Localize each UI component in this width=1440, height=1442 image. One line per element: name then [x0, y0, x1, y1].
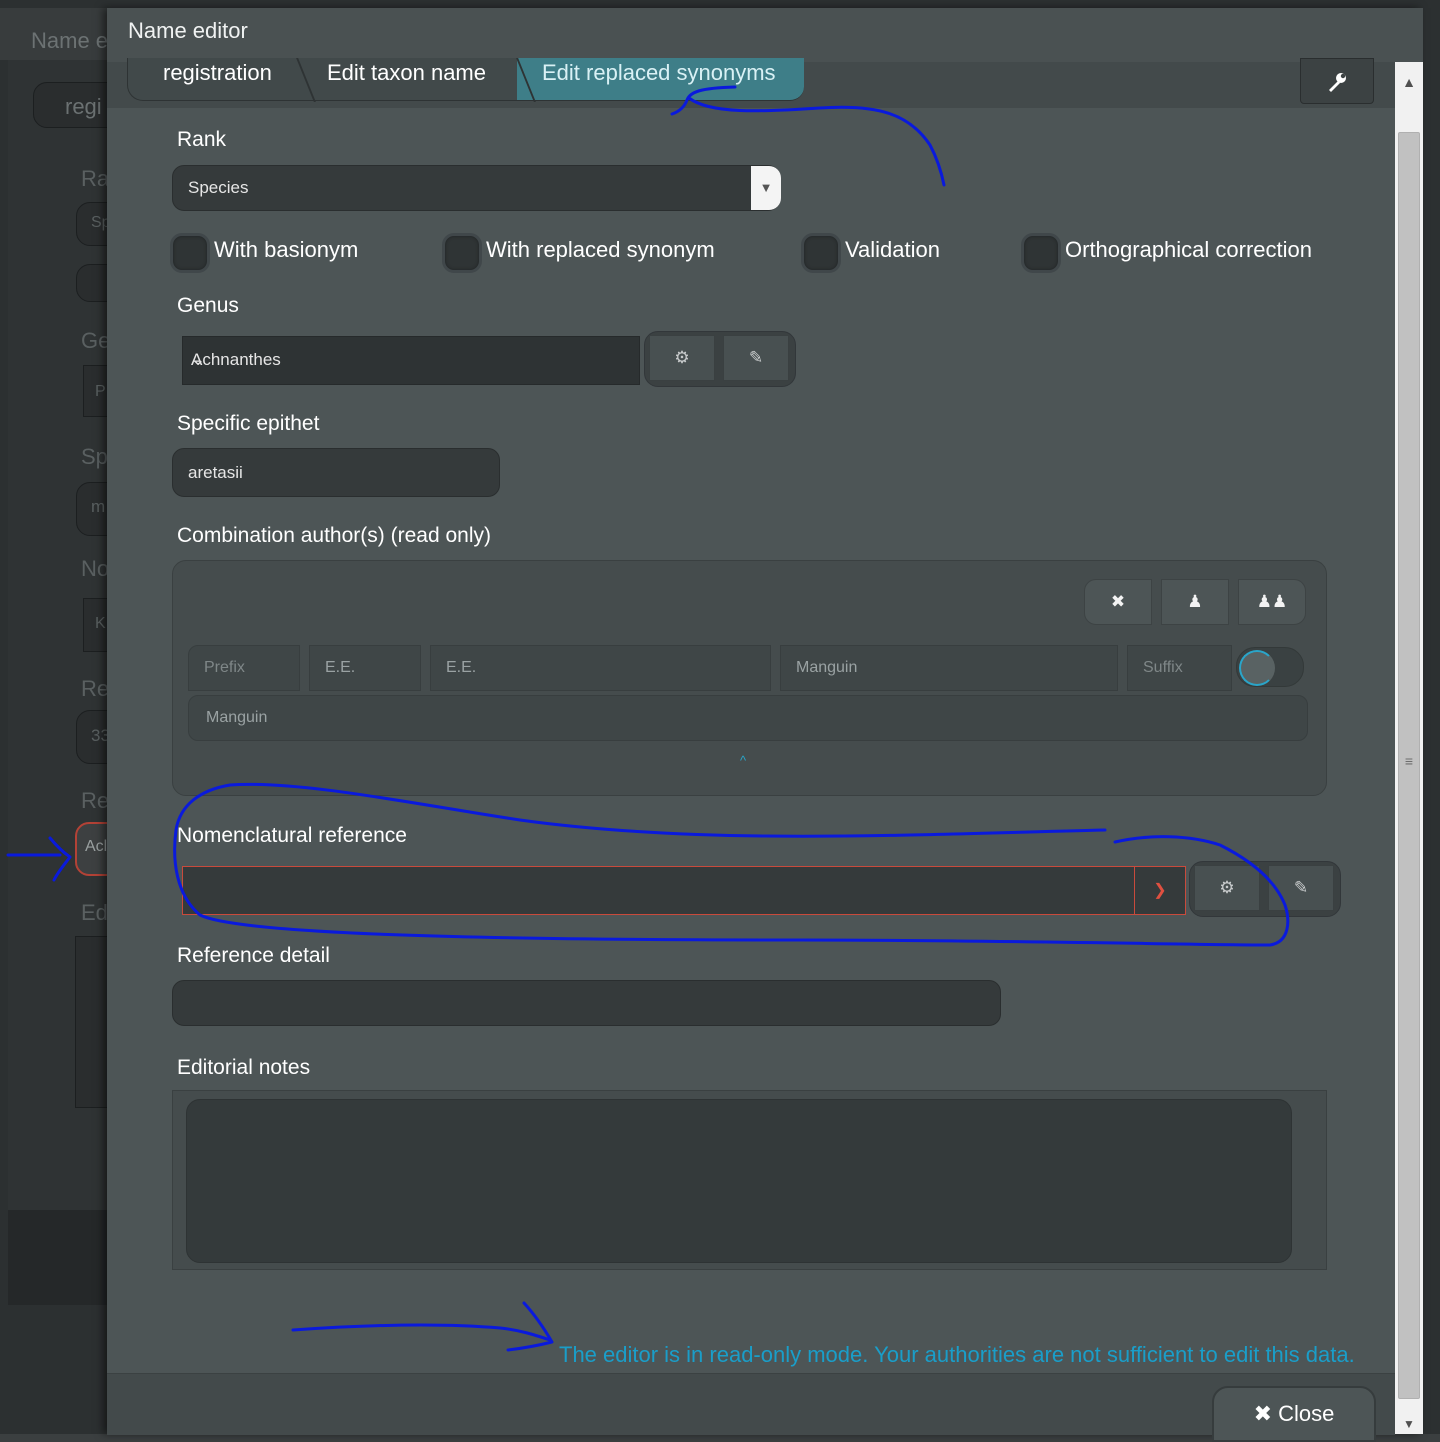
background-fragment: m — [91, 497, 106, 516]
background-title: Name e — [31, 28, 109, 53]
users-icon: ♟♟ — [1256, 592, 1288, 611]
author-prefix-input[interactable]: Prefix — [188, 645, 300, 691]
modal-footer: ✖ Close — [107, 1373, 1395, 1442]
author-display-input[interactable]: Manguin — [188, 695, 1308, 741]
modal-title-bar: Name editor — [107, 8, 1423, 63]
add-person-button[interactable]: ♟ — [1161, 579, 1229, 625]
genus-label: Genus — [177, 294, 239, 317]
grip-icon: ≡ — [1404, 753, 1414, 769]
reference-clear-button[interactable]: ⚙ — [1194, 865, 1260, 911]
author-mode-toggle[interactable] — [1236, 647, 1304, 687]
background-fragment: No — [81, 556, 110, 581]
background-fragment: K — [95, 615, 106, 632]
nomenclatural-reference-select[interactable]: ❯ — [182, 866, 1186, 915]
chevron-down-icon[interactable]: ❯ — [1134, 867, 1185, 914]
checkbox-box[interactable] — [801, 233, 841, 273]
author-display: Manguin — [206, 709, 268, 726]
wrench-button[interactable] — [1300, 58, 1374, 104]
breadcrumb-label: registration — [163, 60, 272, 85]
toggle-knob — [1239, 650, 1275, 686]
reference-detail-label: Reference detail — [177, 944, 330, 967]
authors-panel: ✖ ♟ ♟♟ Prefix E.E. E.E. Manguin Suffix M… — [172, 560, 1327, 796]
scroll-up-arrow-icon[interactable]: ▲ — [1395, 62, 1423, 128]
background-fragment: Acl — [85, 838, 108, 855]
genus-button-group: ⚙ ✎ — [644, 331, 796, 387]
genus-select[interactable]: Achnanthes ⌄ — [182, 336, 640, 385]
scrollbar-thumb[interactable]: ≡ — [1398, 132, 1420, 1399]
remove-author-button[interactable]: ✖ — [1084, 579, 1152, 625]
caret-down-icon[interactable]: ▼ — [751, 166, 781, 210]
author-given-name: E.E. — [325, 659, 356, 676]
checkbox-label: With basionym — [214, 237, 359, 262]
specific-epithet-label: Specific epithet — [177, 412, 320, 435]
breadcrumb-edit-taxon-name[interactable]: Edit taxon name — [297, 58, 527, 101]
editorial-notes-wrapper — [172, 1090, 1327, 1270]
name-editor-modal: Name editor registration Edit taxon name… — [107, 8, 1423, 1442]
chevron-down-icon[interactable]: ⌄ — [191, 350, 619, 370]
editorial-notes-label: Editorial notes — [177, 1056, 311, 1079]
author-initials: E.E. — [446, 659, 477, 676]
modal-content: Rank Species ▼ With basionym With replac… — [107, 108, 1395, 1373]
background-footer — [8, 1210, 108, 1305]
close-icon: ✖ — [1253, 1401, 1273, 1426]
editorial-notes-textarea[interactable] — [186, 1099, 1292, 1263]
user-icon: ♟ — [1187, 592, 1203, 611]
scroll-down-arrow-icon[interactable]: ▼ — [1395, 1417, 1423, 1431]
background-title-bar: Name e — [0, 8, 120, 60]
background-body: regi Ra Sp Ge P Sp m No K Re 33 Re Acl E… — [8, 60, 155, 1210]
background-fragment: Ra — [81, 166, 110, 191]
edit-icon: ✎ — [748, 348, 764, 367]
add-team-button[interactable]: ♟♟ — [1238, 579, 1306, 625]
wrench-icon — [1329, 73, 1346, 93]
author-suffix-placeholder: Suffix — [1143, 659, 1183, 676]
cog-icon: ⚙ — [1219, 878, 1235, 897]
nomenclatural-reference-label: Nomenclatural reference — [177, 824, 407, 847]
breadcrumb-label: Edit replaced synonyms — [542, 60, 776, 85]
background-fragment: Ed — [81, 900, 108, 925]
breadcrumb-edit-replaced-synonyms[interactable]: Edit replaced synonyms — [517, 58, 804, 101]
background-fragment: Re — [81, 788, 110, 813]
breadcrumb-registration[interactable]: registration — [127, 58, 308, 101]
authors-label: Combination author(s) (read only) — [177, 524, 491, 547]
author-suffix-input[interactable]: Suffix — [1127, 645, 1232, 691]
checkbox-box[interactable] — [170, 233, 210, 273]
checkbox-box[interactable] — [442, 233, 482, 273]
author-family-name-input[interactable]: Manguin — [780, 645, 1118, 691]
breadcrumb: registration Edit taxon name Edit replac… — [107, 58, 1395, 108]
rank-label: Rank — [177, 128, 227, 151]
rank-select[interactable]: Species ▼ — [172, 165, 781, 211]
background-fragment: Ge — [81, 328, 111, 353]
reference-detail-input[interactable] — [172, 980, 1001, 1026]
author-prefix-placeholder: Prefix — [204, 659, 245, 676]
background-fragment: Re — [81, 676, 110, 701]
author-family-name: Manguin — [796, 659, 858, 676]
scrollbar[interactable]: ▲ ≡ ▼ — [1395, 62, 1423, 1434]
checkbox-label: Orthographical correction — [1065, 237, 1313, 262]
author-given-name-input[interactable]: E.E. — [309, 645, 421, 691]
breadcrumb-label: Edit taxon name — [327, 60, 486, 85]
genus-edit-button[interactable]: ✎ — [723, 335, 789, 381]
checkbox-label: With replaced synonym — [486, 237, 715, 262]
checkbox-box[interactable] — [1021, 233, 1061, 273]
close-label: Close — [1278, 1401, 1335, 1426]
edit-icon: ✎ — [1293, 878, 1309, 897]
close-icon: ✖ — [1110, 592, 1126, 611]
specific-epithet-input[interactable]: aretasii — [172, 448, 500, 497]
background-fragment: P — [95, 383, 106, 400]
cog-icon: ⚙ — [674, 348, 690, 367]
specific-epithet-value: aretasii — [188, 463, 243, 482]
background-fragment: regi — [65, 94, 102, 119]
author-initials-input[interactable]: E.E. — [430, 645, 771, 691]
modal-title: Name editor — [128, 18, 248, 43]
genus-clear-button[interactable]: ⚙ — [649, 335, 715, 381]
chevron-up-icon[interactable]: ^ — [740, 753, 746, 768]
read-only-message: The editor is in read-only mode. Your au… — [559, 1342, 1355, 1367]
reference-edit-button[interactable]: ✎ — [1268, 865, 1334, 911]
reference-button-group: ⚙ ✎ — [1189, 861, 1341, 917]
background-fragment: Sp — [81, 444, 108, 469]
checkbox-label: Validation — [845, 237, 940, 262]
rank-value: Species — [188, 178, 249, 197]
